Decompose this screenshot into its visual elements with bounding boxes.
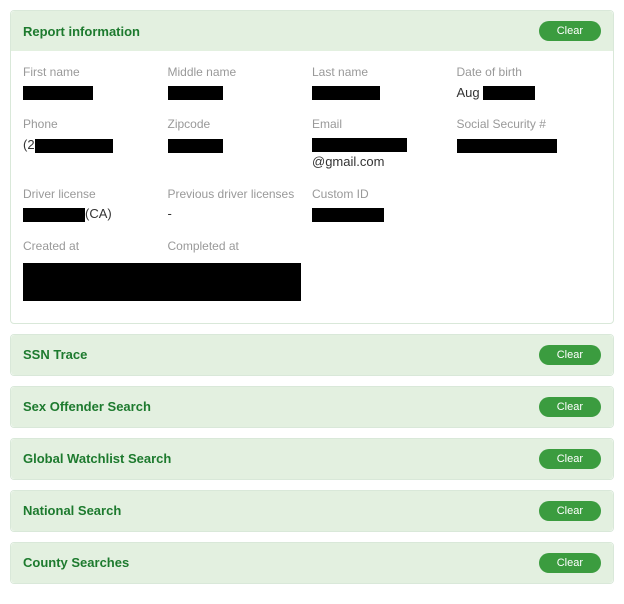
- global-watchlist-search-title: Global Watchlist Search: [23, 451, 171, 466]
- label-first-name: First name: [23, 65, 158, 81]
- redacted-timestamps: [23, 263, 301, 301]
- field-zipcode: Zipcode: [168, 117, 313, 170]
- redacted-value: [23, 86, 93, 100]
- field-phone: Phone (2: [23, 117, 168, 170]
- redacted-value: [168, 86, 223, 100]
- field-custom-id: Custom ID: [312, 187, 457, 223]
- redacted-value: [168, 139, 223, 153]
- county-searches-panel: County Searches Clear: [10, 542, 614, 584]
- field-driver-license: Driver license (CA): [23, 187, 168, 223]
- report-information-title: Report information: [23, 24, 140, 39]
- label-middle-name: Middle name: [168, 65, 303, 81]
- value-dob-prefix: Aug: [457, 85, 484, 100]
- field-empty: [457, 187, 602, 223]
- label-phone: Phone: [23, 117, 158, 133]
- field-last-name: Last name: [312, 65, 457, 101]
- field-created-at: Created at: [23, 239, 168, 259]
- report-information-panel: Report information Clear First name Midd…: [10, 10, 614, 324]
- ssn-trace-panel: SSN Trace Clear: [10, 334, 614, 376]
- label-custom-id: Custom ID: [312, 187, 447, 203]
- label-created-at: Created at: [23, 239, 158, 255]
- redacted-value: [483, 86, 535, 100]
- sex-offender-search-header[interactable]: Sex Offender Search Clear: [11, 387, 613, 427]
- clear-button-national-search[interactable]: Clear: [539, 501, 601, 521]
- clear-button-report-information[interactable]: Clear: [539, 21, 601, 41]
- label-completed-at: Completed at: [168, 239, 303, 255]
- redacted-value: [312, 208, 384, 222]
- global-watchlist-search-header[interactable]: Global Watchlist Search Clear: [11, 439, 613, 479]
- value-prev-driver-licenses: -: [168, 206, 303, 223]
- redacted-value: [312, 138, 407, 152]
- field-ssn: Social Security #: [457, 117, 602, 170]
- report-information-header[interactable]: Report information Clear: [11, 11, 613, 51]
- national-search-header[interactable]: National Search Clear: [11, 491, 613, 531]
- national-search-title: National Search: [23, 503, 121, 518]
- ssn-trace-header[interactable]: SSN Trace Clear: [11, 335, 613, 375]
- report-information-body: First name Middle name Last name Date of…: [11, 51, 613, 323]
- sex-offender-search-title: Sex Offender Search: [23, 399, 151, 414]
- field-email: Email @gmail.com: [312, 117, 457, 170]
- county-searches-title: County Searches: [23, 555, 129, 570]
- field-prev-driver-licenses: Previous driver licenses -: [168, 187, 313, 223]
- clear-button-sex-offender[interactable]: Clear: [539, 397, 601, 417]
- redacted-value: [457, 139, 557, 153]
- label-last-name: Last name: [312, 65, 447, 81]
- label-email: Email: [312, 117, 447, 133]
- field-completed-at: Completed at: [168, 239, 313, 259]
- redacted-value: [23, 208, 85, 222]
- value-phone-prefix: (2: [23, 137, 35, 152]
- redacted-value: [35, 139, 113, 153]
- national-search-panel: National Search Clear: [10, 490, 614, 532]
- clear-button-county-searches[interactable]: Clear: [539, 553, 601, 573]
- label-prev-driver-licenses: Previous driver licenses: [168, 187, 303, 203]
- ssn-trace-title: SSN Trace: [23, 347, 87, 362]
- label-zipcode: Zipcode: [168, 117, 303, 133]
- label-driver-license: Driver license: [23, 187, 158, 203]
- redacted-value: [312, 86, 380, 100]
- label-ssn: Social Security #: [457, 117, 592, 133]
- field-middle-name: Middle name: [168, 65, 313, 101]
- clear-button-global-watchlist[interactable]: Clear: [539, 449, 601, 469]
- field-first-name: First name: [23, 65, 168, 101]
- value-email-suffix: @gmail.com: [312, 154, 384, 169]
- global-watchlist-search-panel: Global Watchlist Search Clear: [10, 438, 614, 480]
- clear-button-ssn-trace[interactable]: Clear: [539, 345, 601, 365]
- label-dob: Date of birth: [457, 65, 592, 81]
- value-driver-license-suffix: (CA): [85, 206, 112, 221]
- sex-offender-search-panel: Sex Offender Search Clear: [10, 386, 614, 428]
- field-dob: Date of birth Aug: [457, 65, 602, 101]
